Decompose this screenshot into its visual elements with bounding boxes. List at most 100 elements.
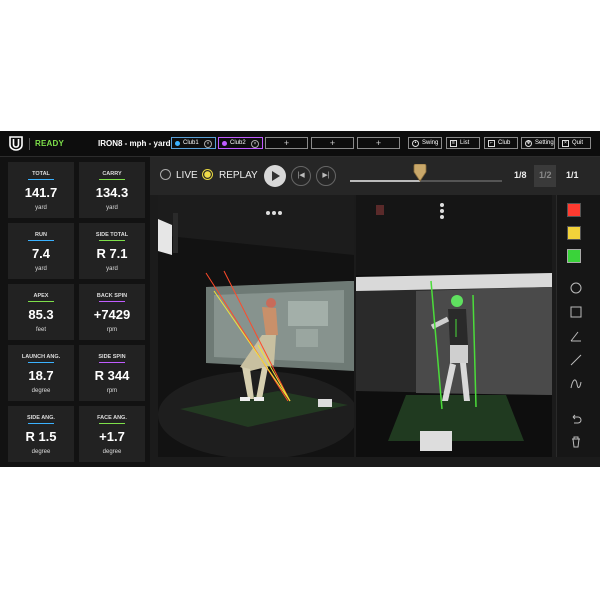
face-on-video[interactable] (356, 195, 552, 457)
prev-frame-button[interactable]: |◀ (291, 166, 311, 186)
club-button[interactable]: ⌐ Club (484, 137, 518, 149)
stat-unit: rpm (106, 388, 118, 394)
stat-unit: yard (106, 266, 118, 272)
stat-underline (99, 179, 125, 180)
add-icon: + (329, 138, 336, 148)
frame-counter: 1/8 (514, 170, 527, 180)
color-swatch-red[interactable] (567, 203, 581, 217)
line-tool-icon[interactable] (570, 354, 582, 366)
stat-card-side-angle: SIDE ANG. R 1.5 degree (8, 406, 74, 462)
stat-label: SIDE ANG. (27, 415, 55, 421)
add-icon: + (375, 138, 382, 148)
stat-underline (99, 240, 125, 241)
stat-card-face-angle: FACE ANG. +1.7 degree (79, 406, 145, 462)
stat-underline (99, 301, 125, 302)
stat-underline (28, 362, 54, 363)
club-tab-label: Club1 (183, 140, 199, 146)
session-title: IRON8 - mph - yard (98, 139, 171, 148)
stat-underline (99, 423, 125, 424)
stat-unit: rpm (106, 327, 118, 333)
setting-button[interactable]: ✻ Setting (521, 137, 555, 149)
stat-label: SIDE SPIN (98, 354, 126, 360)
stat-underline (28, 301, 54, 302)
stat-label: APEX (33, 293, 49, 299)
list-icon: ≡ (450, 139, 457, 147)
stat-card-total: TOTAL 141.7 yard (8, 162, 74, 218)
club-color-dot (175, 140, 180, 146)
next-frame-button[interactable]: ▶| (316, 166, 336, 186)
quit-button-label: Quit (572, 140, 584, 146)
stat-unit: yard (35, 205, 47, 211)
stat-card-carry: CARRY 134.3 yard (79, 162, 145, 218)
undo-icon[interactable] (570, 413, 582, 425)
color-swatch-yellow[interactable] (567, 226, 581, 240)
add-club-slot[interactable]: + (311, 137, 354, 149)
stat-label: CARRY (102, 171, 122, 177)
stat-underline (28, 179, 54, 180)
club-tab-2[interactable]: Club2 × (218, 137, 263, 149)
stat-label: FACE ANG. (97, 415, 127, 421)
close-icon: × (562, 139, 569, 147)
playback-controls: LIVE REPLAY |◀ ▶| 1/8 1/2 1/1 (150, 157, 600, 195)
status-label: READY (35, 139, 65, 148)
swing-button[interactable]: • Swing (408, 137, 442, 149)
down-the-line-video[interactable] (158, 195, 354, 457)
brand-logo-icon (9, 136, 23, 151)
stat-unit: yard (35, 266, 47, 272)
stat-card-run: RUN 7.4 yard (8, 223, 74, 279)
add-icon: + (283, 138, 290, 148)
circle-tool-icon[interactable] (570, 282, 582, 294)
add-club-slot[interactable]: + (357, 137, 400, 149)
circle-dot-icon: • (412, 139, 419, 147)
stat-unit: degree (31, 449, 51, 455)
view-split-label: 1/2 (539, 170, 552, 180)
club-button-label: Club (498, 140, 511, 146)
stat-value: R 1.5 (25, 429, 57, 444)
swing-button-label: Swing (422, 140, 439, 146)
drawing-tools-panel (556, 195, 600, 457)
stat-value: 141.7 (24, 185, 58, 200)
stat-underline (28, 423, 54, 424)
view-single-label[interactable]: 1/1 (566, 170, 579, 180)
curve-tool-icon[interactable] (570, 378, 582, 390)
gear-icon: ✻ (525, 139, 532, 147)
quit-button[interactable]: × Quit (558, 137, 591, 149)
stat-value: R 7.1 (96, 246, 128, 261)
stat-card-launch-angle: LAUNCH ANG. 18.7 degree (8, 345, 74, 401)
trash-icon[interactable] (570, 436, 582, 448)
color-swatch-green[interactable] (567, 249, 581, 263)
replay-area: LIVE REPLAY |◀ ▶| 1/8 1/2 1/1 (150, 157, 600, 467)
list-button[interactable]: ≡ List (446, 137, 480, 149)
stat-label: SIDE TOTAL (95, 232, 129, 238)
replay-slider-fill (350, 180, 420, 182)
stat-unit: degree (102, 449, 122, 455)
stat-value: 85.3 (28, 307, 54, 322)
angle-tool-icon[interactable] (570, 330, 582, 342)
live-label: LIVE (176, 170, 198, 181)
remove-club-icon[interactable]: × (204, 140, 212, 148)
replay-label: REPLAY (219, 170, 258, 181)
stat-value: 18.7 (28, 368, 54, 383)
live-radio[interactable] (160, 169, 171, 180)
remove-club-icon[interactable]: × (251, 140, 259, 148)
stat-card-side-total: SIDE TOTAL R 7.1 yard (79, 223, 145, 279)
stat-label: RUN (35, 232, 47, 238)
play-button[interactable] (264, 165, 286, 187)
stat-value: +7429 (93, 307, 131, 322)
replay-radio[interactable] (202, 169, 213, 180)
stat-value: +1.7 (99, 429, 125, 444)
club-icon: ⌐ (488, 139, 495, 147)
divider (29, 138, 30, 150)
club-tab-label: Club2 (230, 140, 246, 146)
slider-handle-icon[interactable] (413, 164, 427, 182)
add-club-slot[interactable]: + (265, 137, 308, 149)
stat-card-side-spin: SIDE SPIN R 344 rpm (79, 345, 145, 401)
setting-button-label: Setting (535, 140, 554, 146)
stat-label: LAUNCH ANG. (21, 354, 61, 360)
list-button-label: List (460, 140, 470, 146)
club-tab-1[interactable]: Club1 × (171, 137, 216, 149)
square-tool-icon[interactable] (570, 306, 582, 318)
app-window: READY IRON8 - mph - yard Club1 × Club2 ×… (0, 131, 600, 467)
top-bar: READY IRON8 - mph - yard Club1 × Club2 ×… (0, 131, 600, 157)
stat-label: BACK SPIN (96, 293, 128, 299)
